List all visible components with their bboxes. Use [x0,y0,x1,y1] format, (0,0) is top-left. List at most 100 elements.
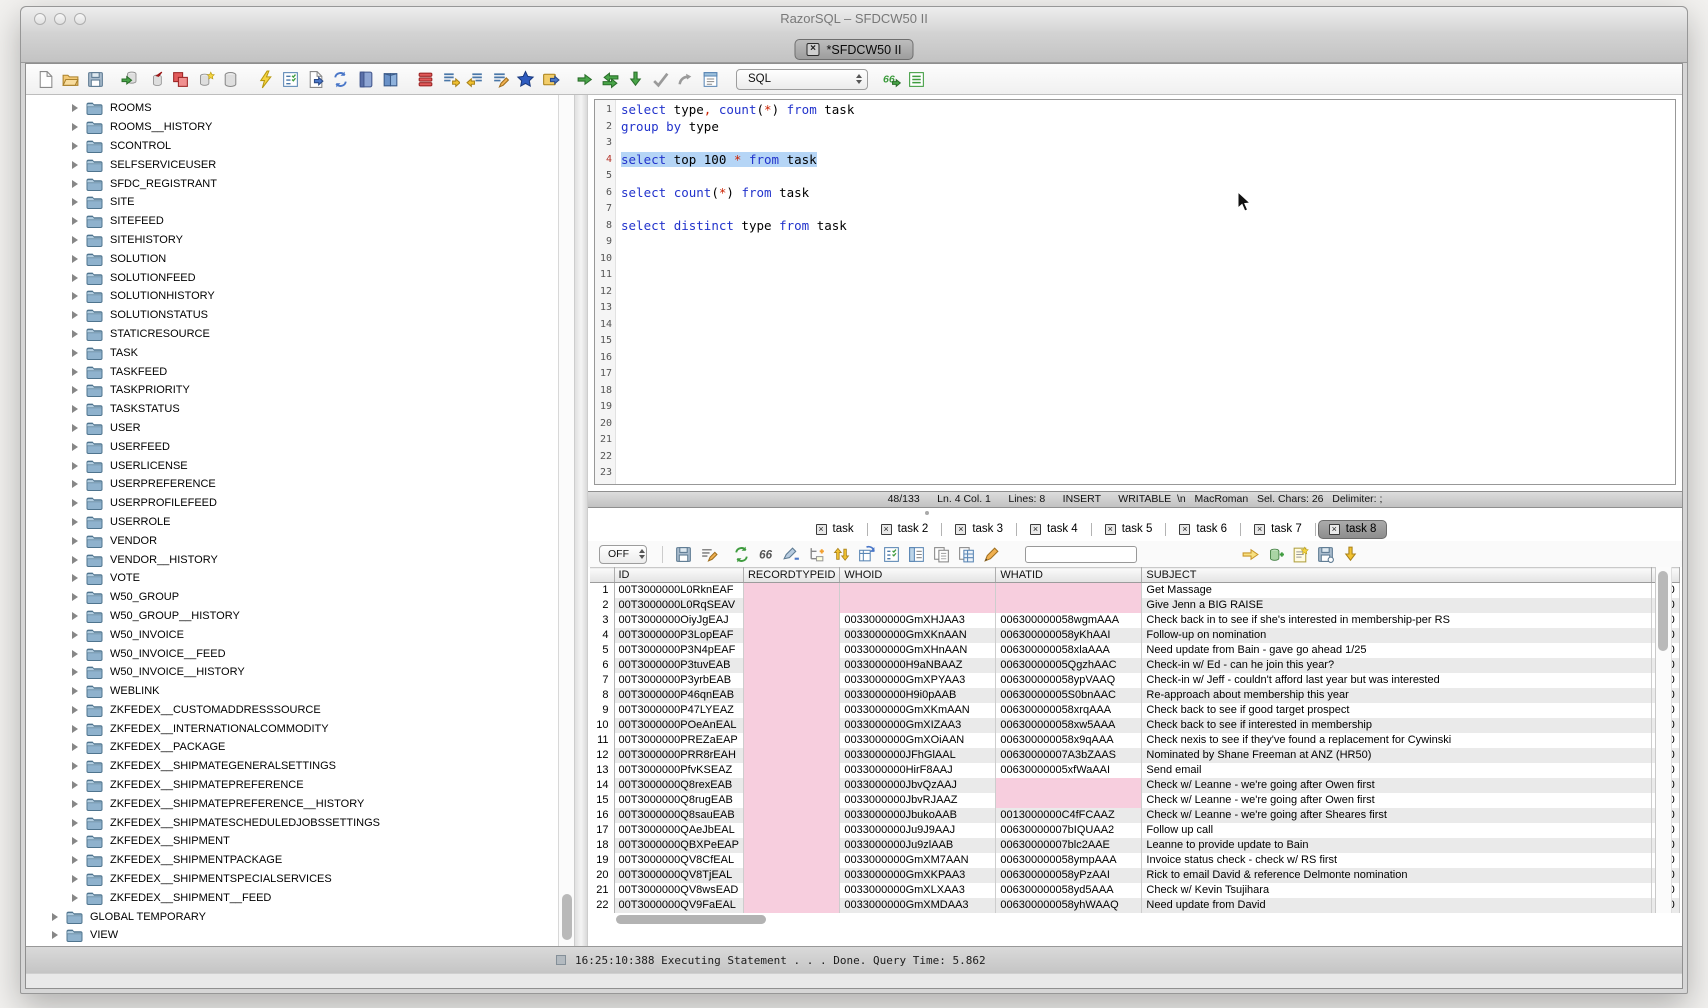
results-table[interactable]: IDRECORDTYPEIDWHOIDWHATIDSUBJECTAC 100T3… [590,567,1680,913]
tree-item-selfserviceuser[interactable]: SELFSERVICEUSER [26,155,558,174]
cell-whoid[interactable]: 0033000000GmXKPAA3 [840,868,996,883]
disclosure-triangle-icon[interactable] [72,104,78,112]
cell-whoid[interactable]: 0033000000JbukoAAB [840,808,996,823]
cell-whatid[interactable]: 00630000007bIQUAA2 [996,823,1142,838]
disclosure-triangle-icon[interactable] [72,743,78,751]
save-results-icon[interactable] [674,545,693,564]
save-grid-icon[interactable] [1316,545,1335,564]
disclosure-triangle-icon[interactable] [72,631,78,639]
code-line[interactable]: 6select count(*) from task [595,185,1675,202]
cell-id[interactable]: 00T3000000P3yrbEAB [614,673,743,688]
disclosure-triangle-icon[interactable] [72,386,78,394]
cell-whoid[interactable] [840,583,996,598]
table-panel-icon[interactable] [907,545,926,564]
cell-subject[interactable]: Check w/ Leanne - we're going after Owen… [1142,793,1652,808]
disclosure-triangle-icon[interactable] [72,706,78,714]
cell-whatid[interactable]: 006300000058yPzAAI [996,868,1142,883]
save-icon[interactable] [86,70,105,89]
checklist-icon[interactable] [281,70,300,89]
list-import-icon[interactable] [466,70,485,89]
cell-rtid[interactable] [743,793,839,808]
disclosure-triangle-icon[interactable] [72,330,78,338]
cell-subject[interactable]: Check back to see if good target prospec… [1142,703,1652,718]
row-limit-select[interactable]: OFF [599,545,647,564]
disclosure-triangle-icon[interactable] [72,856,78,864]
highlight-pen-icon[interactable] [982,545,1001,564]
result-tab-task-3[interactable]: ×task 3 [944,520,1014,539]
tree-item-task[interactable]: TASK [26,343,558,362]
table-row[interactable]: 1700T3000000QAeJbEAL0033000000Ju9J9AAJ00… [590,823,1679,838]
add-notes-icon[interactable] [1291,545,1310,564]
table-row[interactable]: 200T3000000L0RqSEAVGive Jenn a BIG RAISE… [590,598,1679,613]
result-tab-task-8[interactable]: ×task 8 [1318,520,1388,539]
cell-whoid[interactable]: 0033000000GmXKmAAN [840,703,996,718]
swap-arrows-icon[interactable] [601,70,620,89]
sql-editor[interactable]: 1select type, count(*) from task2group b… [594,99,1676,485]
document-tab[interactable]: × *SFDCW50 II [794,39,913,60]
cell-rtid[interactable] [743,673,839,688]
tree-item-w50-invoice[interactable]: W50_INVOICE [26,625,558,644]
zoom-window-icon[interactable] [74,13,86,25]
cell-whatid[interactable]: 006300000058ypVAAQ [996,673,1142,688]
tree-item-solutionstatus[interactable]: SOLUTIONSTATUS [26,306,558,325]
book-icon[interactable] [381,70,400,89]
code-line[interactable]: 18 [595,383,1675,400]
disclosure-triangle-icon[interactable] [72,518,78,526]
green-list-icon[interactable] [907,70,926,89]
table-row[interactable]: 1500T3000000Q8rugEAB0033000000JbvRJAAZCh… [590,793,1679,808]
column-header-id[interactable]: ID [614,568,743,583]
cell-whoid[interactable]: 0033000000GmXMDAA3 [840,898,996,913]
table-row[interactable]: 1100T3000000PREZaEAP0033000000GmXOiAAN00… [590,733,1679,748]
cell-subject[interactable]: Check w/ Leanne - we're going after Owen… [1142,778,1652,793]
table-row[interactable]: 300T3000000OiyJgEAJ0033000000GmXHJAA3006… [590,613,1679,628]
cell-id[interactable]: 00T3000000PRR8rEAH [614,748,743,763]
cell-whoid[interactable]: 0033000000GmXKnAAN [840,628,996,643]
code-line[interactable]: 17 [595,366,1675,383]
disclosure-triangle-icon[interactable] [72,443,78,451]
edit-cell-icon[interactable] [782,545,801,564]
tree-item-sitehistory[interactable]: SITEHISTORY [26,231,558,250]
cell-whoid[interactable] [840,598,996,613]
cell-num[interactable]: 5 [590,643,614,658]
cell-rtid[interactable] [743,898,839,913]
disclosure-triangle-icon[interactable] [72,217,78,225]
disclosure-triangle-icon[interactable] [72,593,78,601]
cell-whatid[interactable] [996,793,1142,808]
tree-item-zkfedex-package[interactable]: ZKFEDEX__PACKAGE [26,738,558,757]
disclosure-triangle-icon[interactable] [72,762,78,770]
cell-num[interactable]: 19 [590,853,614,868]
code-line[interactable]: 9 [595,234,1675,251]
run-lightning-icon[interactable] [256,70,275,89]
new-database-icon[interactable] [196,70,215,89]
cell-subject[interactable]: Need update from David [1142,898,1652,913]
cell-num[interactable]: 1 [590,583,614,598]
code-line[interactable]: 13 [595,300,1675,317]
cell-num[interactable]: 7 [590,673,614,688]
cell-whatid[interactable] [996,598,1142,613]
tree-item-zkfedex-shipmatepreference[interactable]: ZKFEDEX__SHIPMATEPREFERENCE [26,776,558,795]
table-row[interactable]: 1300T3000000PfvKSEAZ0033000000HirF8AAJ00… [590,763,1679,778]
cell-subject[interactable]: Rick to email David & reference Delmonte… [1142,868,1652,883]
cell-num[interactable]: 8 [590,688,614,703]
column-header-recordtypeid[interactable]: RECORDTYPEID [743,568,839,583]
cell-whoid[interactable]: 0033000000JbvRJAAZ [840,793,996,808]
cell-whatid[interactable]: 00630000007A3bZAAS [996,748,1142,763]
cell-whatid[interactable]: 0013000000C4fFCAAZ [996,808,1142,823]
tree-item-staticresource[interactable]: STATICRESOURCE [26,325,558,344]
check-icon[interactable] [651,70,670,89]
tree-item-solutionfeed[interactable]: SOLUTIONFEED [26,268,558,287]
cell-id[interactable]: 00T3000000P3LopEAF [614,628,743,643]
table-row[interactable]: 1000T3000000POeAnEAL0033000000GmXIZAA300… [590,718,1679,733]
column-header-whoid[interactable]: WHOID [840,568,996,583]
cell-whoid[interactable]: 0033000000GmXM7AAN [840,853,996,868]
cell-id[interactable]: 00T3000000PREZaEAP [614,733,743,748]
list-red-icon[interactable] [416,70,435,89]
notes-icon[interactable] [701,70,720,89]
cell-id[interactable]: 00T3000000QAeJbEAL [614,823,743,838]
column-list-icon[interactable] [882,545,901,564]
cell-whatid[interactable]: 006300000058x9qAAA [996,733,1142,748]
tree-item-vendor-history[interactable]: VENDOR__HISTORY [26,550,558,569]
cell-num[interactable]: 18 [590,838,614,853]
tree-item-zkfedex-shipment-feed[interactable]: ZKFEDEX__SHIPMENT__FEED [26,888,558,907]
statement-type-select[interactable]: SQL [736,69,868,90]
